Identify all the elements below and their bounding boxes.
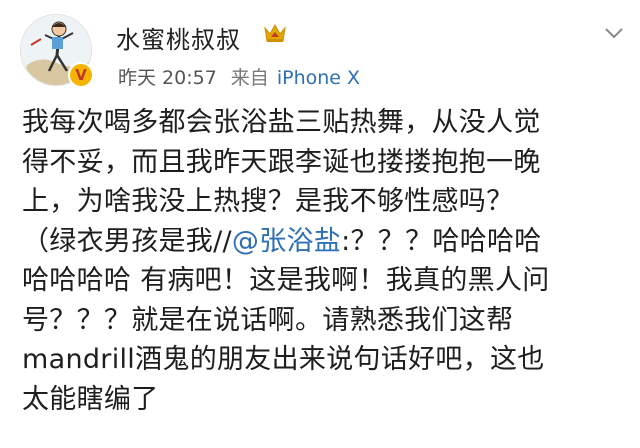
source-device-link[interactable]: iPhone X <box>277 67 360 89</box>
mention-link[interactable]: @张浴盐 <box>232 226 341 257</box>
crown-icon <box>264 23 286 42</box>
post-meta: 昨天 20:57 来自 iPhone X <box>118 63 360 90</box>
user-name[interactable]: 水蜜桃叔叔 <box>116 20 241 55</box>
post-line: 得不妥，而且我昨天跟李诞也搂搂抱抱一晚 <box>22 146 541 178</box>
post-line: 哈哈哈哈 有病吧！这是我啊！我真的黑人问 <box>22 265 550 296</box>
post-header: V 水蜜桃叔叔 昨天 20:57 来自 iPhone X <box>0 0 640 100</box>
post-time: 昨天 20:57 <box>118 67 217 89</box>
post-line: 上，为啥我没上热搜？是我不够性感吗？ <box>22 186 514 217</box>
vip-badge: V <box>68 62 94 88</box>
post-text: 我每次喝多都会张浴盐三贴热舞，从没人觉 得不妥，而且我昨天跟李诞也搂搂抱抱一晚 … <box>22 103 632 419</box>
post-text-fragment: :？？？哈哈哈哈 <box>341 225 542 257</box>
post-line: （绿衣男孩是我//@张浴盐:？？？哈哈哈哈 <box>22 222 632 262</box>
post-line: 号？？？就是在说话啊。请熟悉我们这帮 <box>22 304 514 336</box>
chevron-down-icon[interactable] <box>604 26 624 40</box>
post-line: 我每次喝多都会张浴盐三贴热舞，从没人觉 <box>22 107 541 138</box>
post-line: 太能瞎编了 <box>22 383 159 415</box>
post-text-fragment: （绿衣男孩是我// <box>22 225 232 257</box>
source-prefix: 来自 <box>230 67 269 89</box>
post-line: mandrill酒鬼的朋友出来说句话好吧，这也 <box>22 344 545 375</box>
